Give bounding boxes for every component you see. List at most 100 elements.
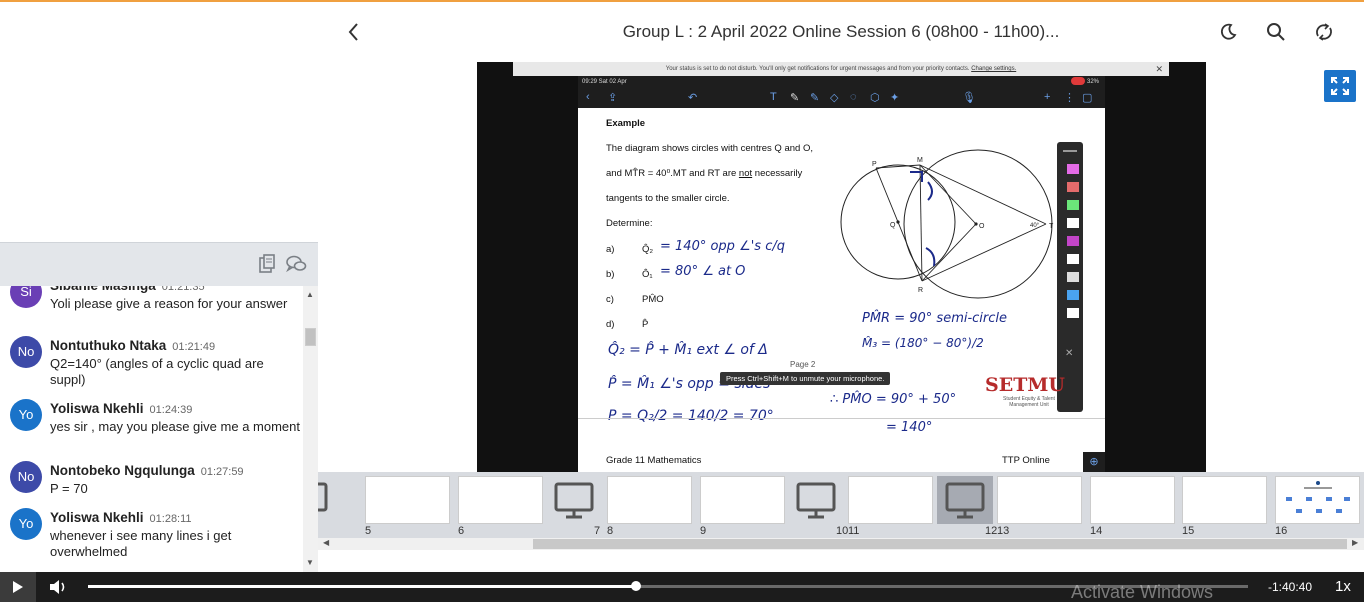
scroll-right-icon[interactable]: ▶ <box>1352 538 1358 547</box>
slide-thumbnail[interactable] <box>546 476 602 524</box>
play-button[interactable] <box>0 572 36 602</box>
monitor-icon <box>318 482 328 512</box>
handwritten-m3: M̂₃ = (180° − 80°)/2 <box>862 336 984 350</box>
thumbnail-scroll-thumb[interactable] <box>533 539 1347 549</box>
example-heading: Example <box>606 118 646 129</box>
avatar: Yo <box>10 508 42 540</box>
avatar: Si <box>10 286 42 308</box>
text-tool-icon: T <box>770 91 777 103</box>
chat-message-list[interactable]: Si Sibanie Masinga 01:21:35 Yoli please giv… <box>0 286 303 572</box>
dnd-notice-text: Your status is set to do not disturb. Yo… <box>665 66 970 72</box>
chat-author: Nontuthuko Ntaka 01:21:49 <box>50 338 215 353</box>
playback-scrubber[interactable] <box>631 581 641 591</box>
thumbnail-number: 7 <box>594 525 601 537</box>
scroll-up-icon[interactable]: ▲ <box>306 290 314 299</box>
chat-message: Yo Yoliswa Nkehli 01:24:39 yes sir , may yo… <box>0 399 303 461</box>
question-c: PM̂O <box>642 294 664 305</box>
chat-author: Nontobeko Ngqulunga 01:27:59 <box>50 463 244 478</box>
thumbnail-number: 13 <box>997 525 1010 537</box>
microphone-icon: 🎙 <box>962 92 976 104</box>
dnd-notice-bar: Your status is set to do not disturb. Yo… <box>513 62 1169 76</box>
problem-line-3: tangents to the smaller circle. <box>606 193 730 204</box>
chat-timestamp: 01:24:39 <box>149 404 193 416</box>
chat-author-name: Sibanie Masinga <box>50 286 156 293</box>
white-pen-icon <box>1067 218 1079 228</box>
chat-timestamp: 01:21:49 <box>172 341 216 353</box>
dark-mode-moon-icon[interactable] <box>1216 20 1240 44</box>
slide-thumbnail[interactable] <box>607 476 692 524</box>
chat-message-text: whenever i see many lines i get overwhel… <box>50 528 232 559</box>
svg-text:R: R <box>918 287 923 294</box>
slide-thumbnail[interactable] <box>997 476 1082 524</box>
pages-icon: ▢ <box>1082 92 1093 104</box>
ipad-status-time: 09:29 Sat 02 Apr <box>582 79 627 85</box>
question-a: Q̂₂ <box>642 244 654 255</box>
problem-line-1: The diagram shows circles with centres Q… <box>606 143 813 154</box>
handwritten-pmr: PM̂R = 90° semi-circle <box>862 311 1008 326</box>
thumbnail-number: 14 <box>1090 525 1103 537</box>
slide-thumbnail[interactable] <box>1275 476 1360 524</box>
recording-player: Si Sibanie Masinga 01:21:35 Yoli please giv… <box>0 0 1364 602</box>
scroll-down-icon[interactable]: ▼ <box>306 558 314 567</box>
thumbnail-number: 15 <box>1182 525 1195 537</box>
close-icon[interactable]: ✕ <box>1155 62 1163 76</box>
slide-thumbnail[interactable] <box>937 476 993 524</box>
svg-text:M: M <box>917 157 923 164</box>
activate-windows-watermark: Activate Windows <box>1071 582 1214 602</box>
chat-author-name: Yoliswa Nkehli <box>50 510 144 525</box>
swap-layout-icon[interactable] <box>1312 20 1336 44</box>
avatar: Yo <box>10 399 42 431</box>
slide-thumbnail-strip[interactable]: 5 6 7 8 9 10 11 12 13 14 15 16 <box>318 472 1364 538</box>
notes-page: Example The diagram shows circles with c… <box>578 108 1105 472</box>
chat-author-name: Yoliswa Nkehli <box>50 401 144 416</box>
chat-message-text: Q2=140° (angles of a cyclic quad are sup… <box>50 356 264 387</box>
chat-scrollbar[interactable]: ▲ ▼ <box>303 286 318 572</box>
slide-thumbnail[interactable] <box>848 476 933 524</box>
purple-pen-icon <box>1067 236 1079 246</box>
change-settings-link[interactable]: Change settings. <box>971 66 1016 72</box>
back-icon: ‹ <box>586 91 590 103</box>
thumbnail-number: 16 <box>1275 525 1288 537</box>
question-d: P̂ <box>642 319 649 330</box>
handwritten-pmo-result: = 140° <box>886 420 933 435</box>
problem-line-2-end: necessarily <box>754 168 803 179</box>
clipboard-icon[interactable] <box>256 253 278 275</box>
fullscreen-expand-button[interactable] <box>1324 70 1356 102</box>
chat-message: No Nontuthuko Ntaka 01:21:49 Q2=140° (angle… <box>0 336 303 398</box>
chat-author: Yoliswa Nkehli 01:24:39 <box>50 401 192 416</box>
recording-dot-icon <box>1071 77 1086 86</box>
question-a-label: a) <box>606 244 615 255</box>
playback-progress-fill <box>88 585 636 588</box>
highlighter-icon: ✎ <box>810 92 820 104</box>
volume-icon[interactable] <box>48 578 68 596</box>
handwritten-answer-b: = 80° ∠ at O <box>660 264 746 279</box>
avatar: No <box>10 336 42 368</box>
slide-thumbnail[interactable] <box>700 476 785 524</box>
chat-scroll-thumb[interactable] <box>305 328 316 346</box>
slide-thumbnail[interactable] <box>788 476 844 524</box>
chat-message-text: Yoli please give a reason for your answe… <box>50 296 288 311</box>
ipad-battery: 32% <box>1071 76 1099 88</box>
grey-pen-icon <box>1067 272 1079 282</box>
red-pen-icon <box>1067 182 1079 192</box>
thumbnail-scrollbar[interactable]: ◀ ▶ <box>318 538 1364 550</box>
eraser-icon: ◇ <box>830 92 839 104</box>
ipad-status-bar: 09:29 Sat 02 Apr 32% <box>578 76 1105 88</box>
scroll-left-icon[interactable]: ◀ <box>323 538 329 547</box>
chat-message: Si Sibanie Masinga 01:21:35 Yoli please giv… <box>0 286 303 338</box>
slide-thumbnail[interactable] <box>1090 476 1175 524</box>
slide-thumbnail[interactable] <box>365 476 450 524</box>
slide-thumbnail[interactable] <box>1182 476 1267 524</box>
playback-speed-button[interactable]: 1x <box>1335 578 1351 595</box>
palette-close-icon: ✕ <box>1065 348 1074 359</box>
search-icon[interactable] <box>1264 20 1288 44</box>
determine-label: Determine: <box>606 218 653 229</box>
chat-bubbles-icon[interactable] <box>285 253 307 275</box>
thumbnail-number: 12 <box>985 525 998 537</box>
slide-thumbnail[interactable] <box>318 476 336 524</box>
svg-text:P: P <box>872 161 877 168</box>
slide-thumbnail[interactable] <box>458 476 543 524</box>
chat-toolbar <box>0 242 318 286</box>
page-number-label: Page 2 <box>790 360 816 369</box>
share-icon: ⇪ <box>608 92 618 104</box>
